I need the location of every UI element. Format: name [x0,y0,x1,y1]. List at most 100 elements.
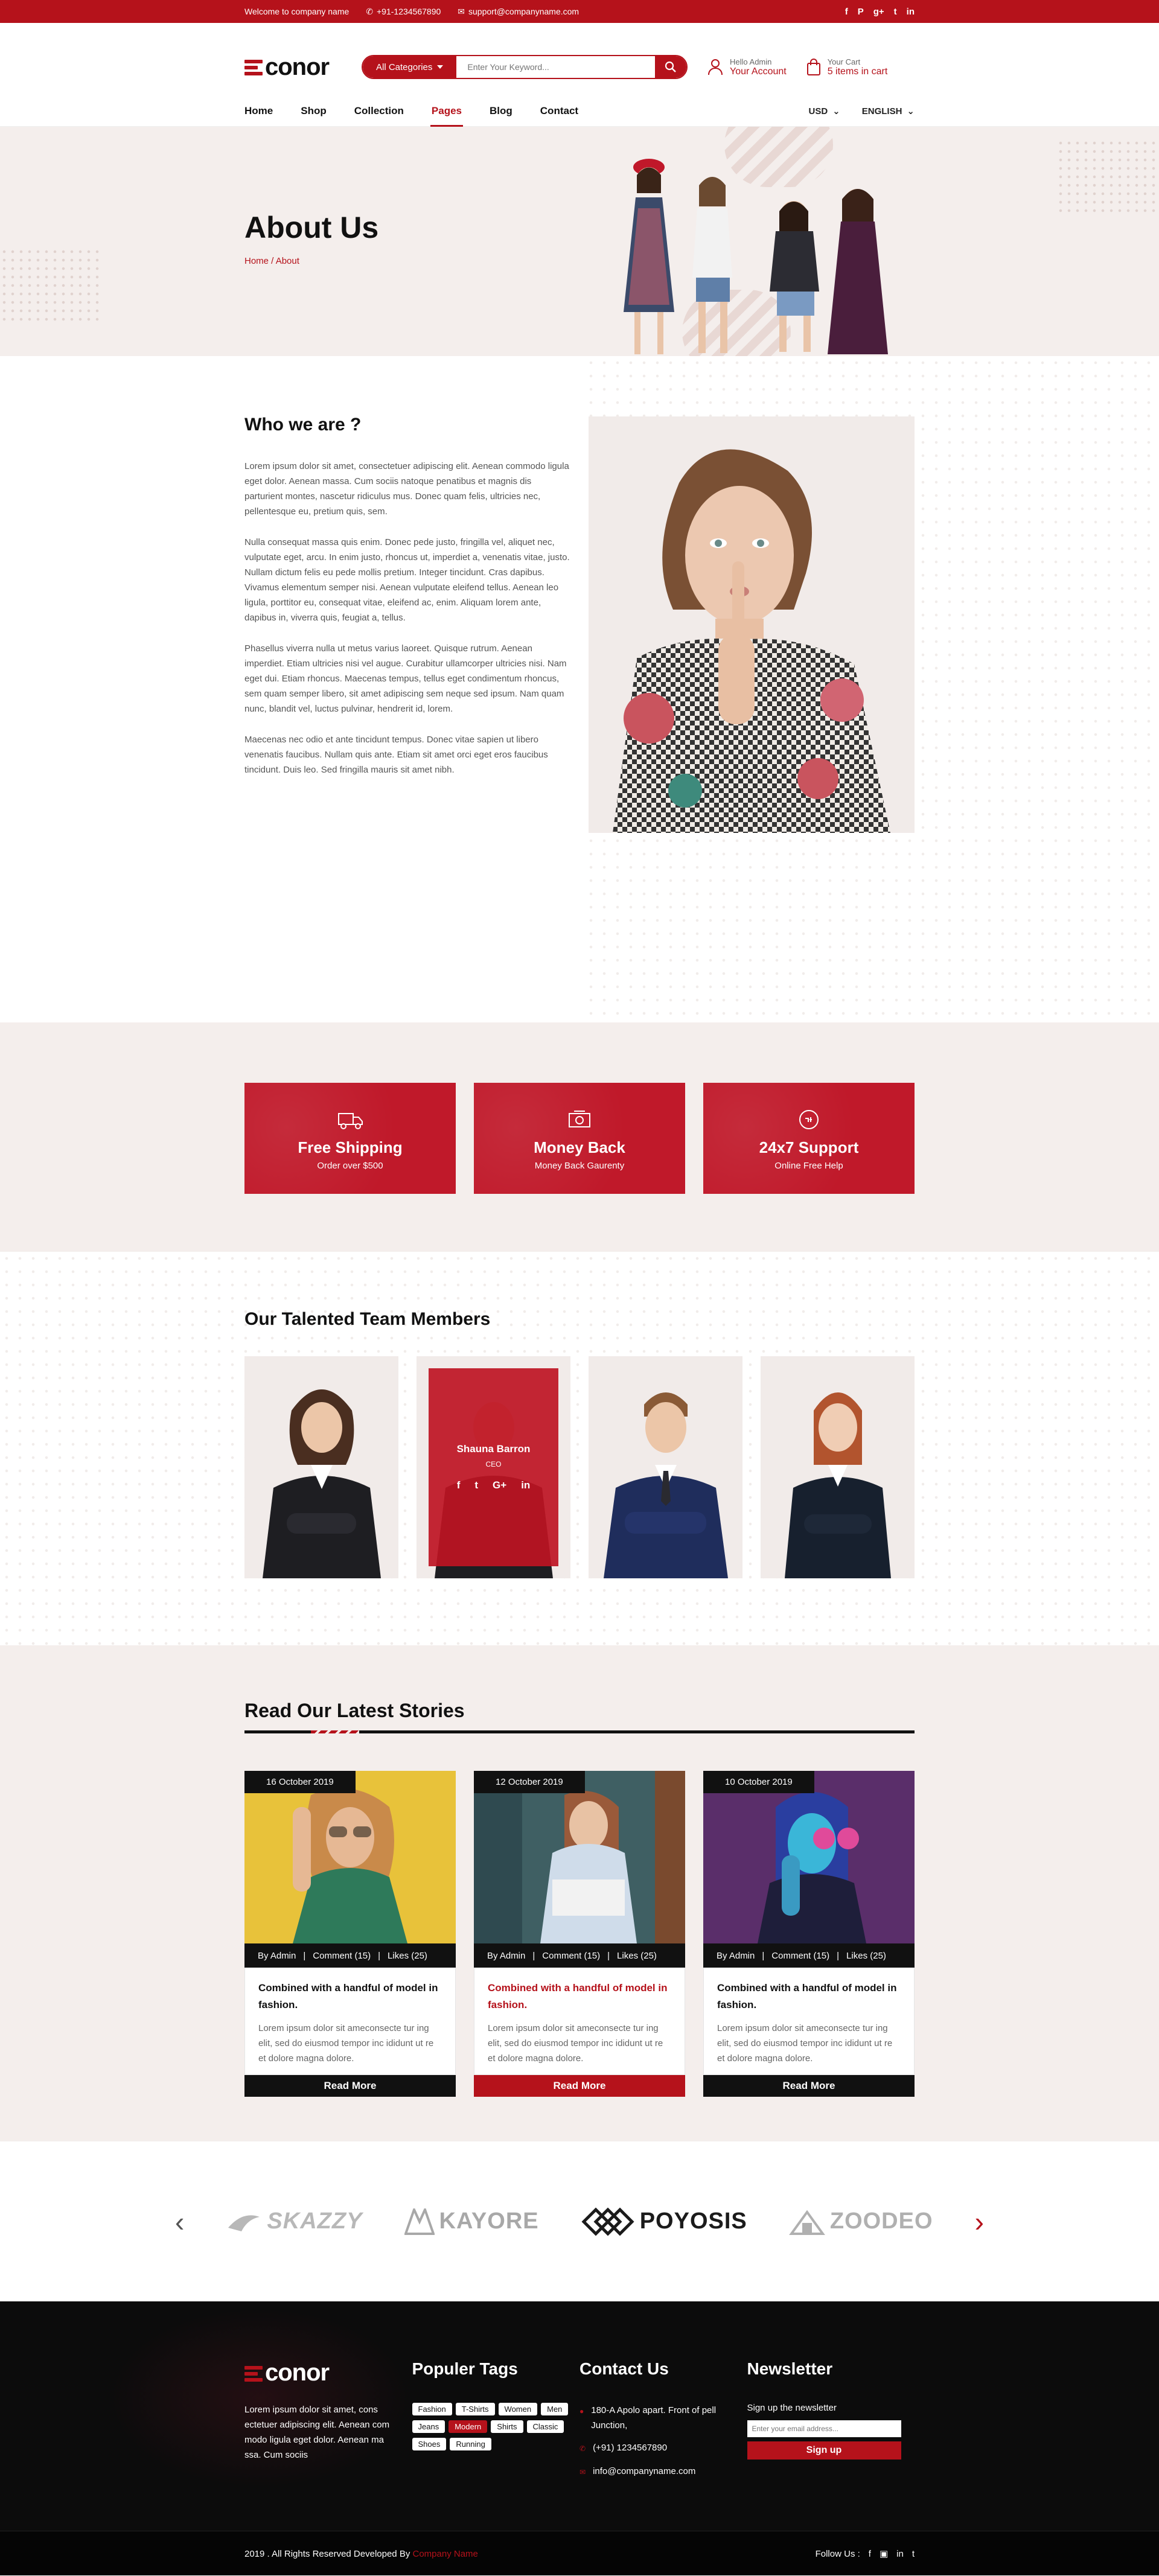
phone-icon: ✆ [580,2444,586,2453]
account-link[interactable]: Hello Admin Your Account [707,57,787,77]
breadcrumb-home[interactable]: Home [244,256,269,266]
team-member-card-active[interactable]: Shauna Barron CEO f t G+ in [417,1356,570,1578]
cart-link[interactable]: Your Cart 5 items in cart [806,57,887,77]
facebook-icon[interactable]: f [869,2549,871,2559]
category-select[interactable]: All Categories [363,56,457,78]
tag[interactable]: Classic [526,2420,564,2433]
story-image[interactable]: 12 October 2019 [474,1771,685,1943]
tag-active[interactable]: Modern [449,2420,488,2433]
tag[interactable]: T-Shirts [455,2403,495,2415]
currency-select[interactable]: USD ⌄ [808,106,840,117]
team-member-name: Shauna Barron [456,1443,531,1455]
search-button[interactable] [655,56,686,78]
story-comments[interactable]: Comment (15) [542,1951,600,1961]
tag[interactable]: Jeans [412,2420,445,2433]
team-grid: Shauna Barron CEO f t G+ in [244,1356,915,1578]
logo-text: conor [265,2359,330,2386]
team-member-card[interactable] [761,1356,915,1578]
phone-number: +91-1234567890 [377,7,441,16]
nav-item-collection[interactable]: Collection [354,95,404,127]
mail-icon: ✉ [580,2468,586,2476]
feature-subtitle: Order over $500 [317,1161,383,1171]
twitter-icon[interactable]: t [474,1479,478,1491]
tag[interactable]: Fashion [412,2403,452,2415]
nav-menu: Home Shop Collection Pages Blog Contact [244,95,578,127]
language-select[interactable]: ENGLISH ⌄ [862,106,915,117]
read-more-button[interactable]: Read More [703,2075,915,2097]
brand-logo-zoodeo[interactable]: ZOODEO [788,2208,933,2235]
instagram-icon[interactable]: ▣ [880,2548,888,2559]
team-member-card[interactable] [589,1356,742,1578]
story-date: 16 October 2019 [244,1771,356,1793]
user-icon [708,59,723,75]
nav-item-contact[interactable]: Contact [540,95,578,127]
story-comments[interactable]: Comment (15) [313,1951,371,1961]
newsletter-email-input[interactable] [747,2420,901,2437]
contact-email[interactable]: info@companyname.com [593,2464,695,2480]
story-body: Combined with a handful of model in fash… [244,1968,456,2075]
tag[interactable]: Men [541,2403,569,2415]
story-image[interactable]: 16 October 2019 [244,1771,456,1943]
phone-contact[interactable]: ✆ +91-1234567890 [366,7,441,17]
team-member-photo [604,1392,728,1578]
facebook-icon[interactable]: f [845,7,848,17]
linkedin-icon[interactable]: in [907,7,915,17]
copyright-bar: 2019 . All Rights Reserved Developed By … [0,2531,1159,2575]
nav-item-home[interactable]: Home [244,95,273,127]
brand-logo-skazzy[interactable]: SKAZZY [226,2208,362,2234]
story-likes[interactable]: Likes (25) [388,1951,427,1961]
company-link[interactable]: Company Name [413,2549,478,2559]
header: conor All Categories Hello Admin Your Ac… [0,23,1159,95]
tag[interactable]: Shirts [491,2420,523,2433]
story-author[interactable]: By Admin [487,1951,525,1961]
footer-heading: Populer Tags [412,2359,518,2378]
story-title[interactable]: Combined with a handful of model in fash… [488,1980,671,2013]
footer-logo[interactable]: conor [244,2359,359,2386]
team-member-card[interactable] [244,1356,398,1578]
next-arrow-icon[interactable]: › [975,2205,984,2238]
nav-item-blog[interactable]: Blog [490,95,512,127]
story-likes[interactable]: Likes (25) [846,1951,886,1961]
story-photo [293,1788,407,1943]
google-plus-icon[interactable]: g+ [873,7,884,17]
brand-logo-poyosis[interactable]: POYOSIS [581,2207,747,2237]
story-author[interactable]: By Admin [258,1951,296,1961]
breadcrumb: Home / About [244,256,299,266]
linkedin-icon[interactable]: in [521,1479,530,1491]
features-section: Free Shipping Order over $500 Money Back… [0,1022,1159,1252]
search-input[interactable] [456,56,655,78]
site-logo[interactable]: conor [244,54,359,81]
read-more-button[interactable]: Read More [474,2075,685,2097]
prev-arrow-icon[interactable]: ‹ [175,2205,184,2238]
team-member-photo [263,1389,381,1578]
story-title[interactable]: Combined with a handful of model in fash… [258,1980,442,2013]
story-image[interactable]: 10 October 2019 [703,1771,915,1943]
paragraph: Phasellus viverra nulla ut metus varius … [244,643,567,714]
brand-name: SKAZZY [267,2208,363,2234]
linkedin-icon[interactable]: in [896,2549,904,2559]
pinterest-icon[interactable]: P [858,7,864,17]
team-member-role: CEO [485,1460,502,1468]
contact-phone[interactable]: (+91) 1234567890 [593,2440,667,2456]
story-body: Combined with a handful of model in fash… [703,1968,915,2075]
copyright-text: 2019 . All Rights Reserved Developed By [244,2548,410,2559]
email-contact[interactable]: ✉ support@companyname.com [458,7,579,17]
facebook-icon[interactable]: f [457,1479,461,1491]
read-more-button[interactable]: Read More [244,2075,456,2097]
nav-item-pages[interactable]: Pages [430,95,464,127]
team-member-photo [785,1392,891,1578]
google-plus-icon[interactable]: G+ [493,1479,506,1491]
story-excerpt: Lorem ipsum dolor sit ameconsecte tur in… [717,2023,893,2064]
twitter-icon[interactable]: t [894,7,897,17]
nav-item-shop[interactable]: Shop [301,95,327,127]
twitter-icon[interactable]: t [912,2549,915,2559]
story-likes[interactable]: Likes (25) [617,1951,657,1961]
story-author[interactable]: By Admin [717,1951,755,1961]
currency-label: USD [808,106,828,116]
story-title[interactable]: Combined with a handful of model in fash… [717,1980,901,2013]
brand-logo-kayore[interactable]: KAYORE [404,2208,539,2235]
search-icon [665,61,676,72]
tag[interactable]: Women [498,2403,538,2415]
story-comments[interactable]: Comment (15) [771,1951,829,1961]
truck-icon [336,1106,364,1133]
